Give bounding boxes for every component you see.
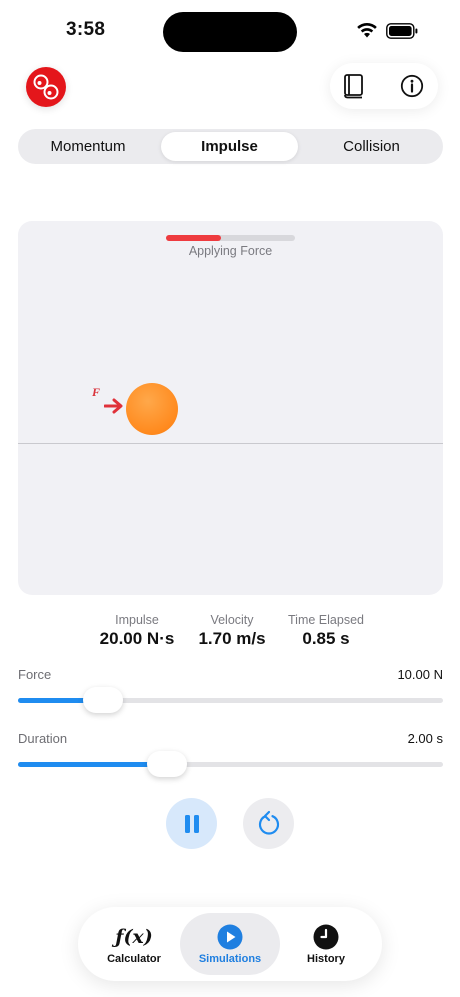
force-arrow-icon [104,398,123,414]
book-button[interactable] [340,72,368,100]
stat-value: 1.70 m/s [198,629,266,648]
reset-icon [258,810,279,835]
dynamic-island [163,12,297,52]
stat-label: Velocity [210,613,254,627]
ground-line [18,443,443,444]
book-icon [344,74,363,99]
function-icon: ƒ(x) [115,925,153,948]
simulation-canvas: Applying Force F [18,221,443,595]
duration-slider-fill [18,762,167,767]
collision-logo-icon [33,74,59,100]
header-actions [330,63,438,109]
pause-button[interactable] [166,798,217,849]
duration-slider-label: Duration [18,731,68,746]
app-logo[interactable] [26,67,66,107]
reset-button[interactable] [243,798,294,849]
clock-icon [313,924,339,950]
tab-history[interactable]: History [276,913,376,975]
stat-label: Time Elapsed [288,613,364,627]
play-icon [217,924,243,950]
tab-calculator[interactable]: ƒ(x) Calculator [84,913,184,975]
stat-label: Impulse [115,613,159,627]
segment-momentum[interactable]: Momentum [21,132,155,161]
tab-label: Calculator [107,952,161,965]
info-button[interactable] [398,72,426,100]
mode-segmented-control: Momentum Impulse Collision [18,129,443,164]
stat-value: 20.00 N·s [99,629,175,648]
stat-value: 0.85 s [302,629,350,648]
pause-icon [184,814,199,833]
battery-icon [386,23,418,39]
info-icon [400,74,424,98]
stat-impulse: Impulse 20.00 N·s [88,613,186,649]
tab-simulations[interactable]: Simulations [180,913,280,975]
force-progress-bar [166,235,295,241]
stat-time-elapsed: Time Elapsed 0.85 s [278,613,374,649]
force-slider-thumb[interactable] [83,687,123,713]
tab-bar: ƒ(x) Calculator Simulations History [78,907,382,981]
simulation-status-label: Applying Force [188,244,273,258]
force-slider-value: 10.00 N [397,667,443,682]
force-slider[interactable] [18,687,443,713]
ball [126,383,178,435]
wifi-icon [357,22,377,38]
duration-slider-thumb[interactable] [146,751,187,777]
duration-slider[interactable] [18,751,443,777]
segment-impulse[interactable]: Impulse [161,132,298,161]
force-progress-fill [166,235,221,241]
force-slider-label: Force [18,667,52,682]
duration-slider-value: 2.00 s [407,731,443,746]
tab-label: History [307,952,345,965]
stat-velocity: Velocity 1.70 m/s [186,613,278,649]
status-time: 3:58 [66,19,106,40]
segment-collision[interactable]: Collision [303,132,440,161]
tab-label: Simulations [198,952,262,965]
force-symbol-label: F [92,385,101,399]
